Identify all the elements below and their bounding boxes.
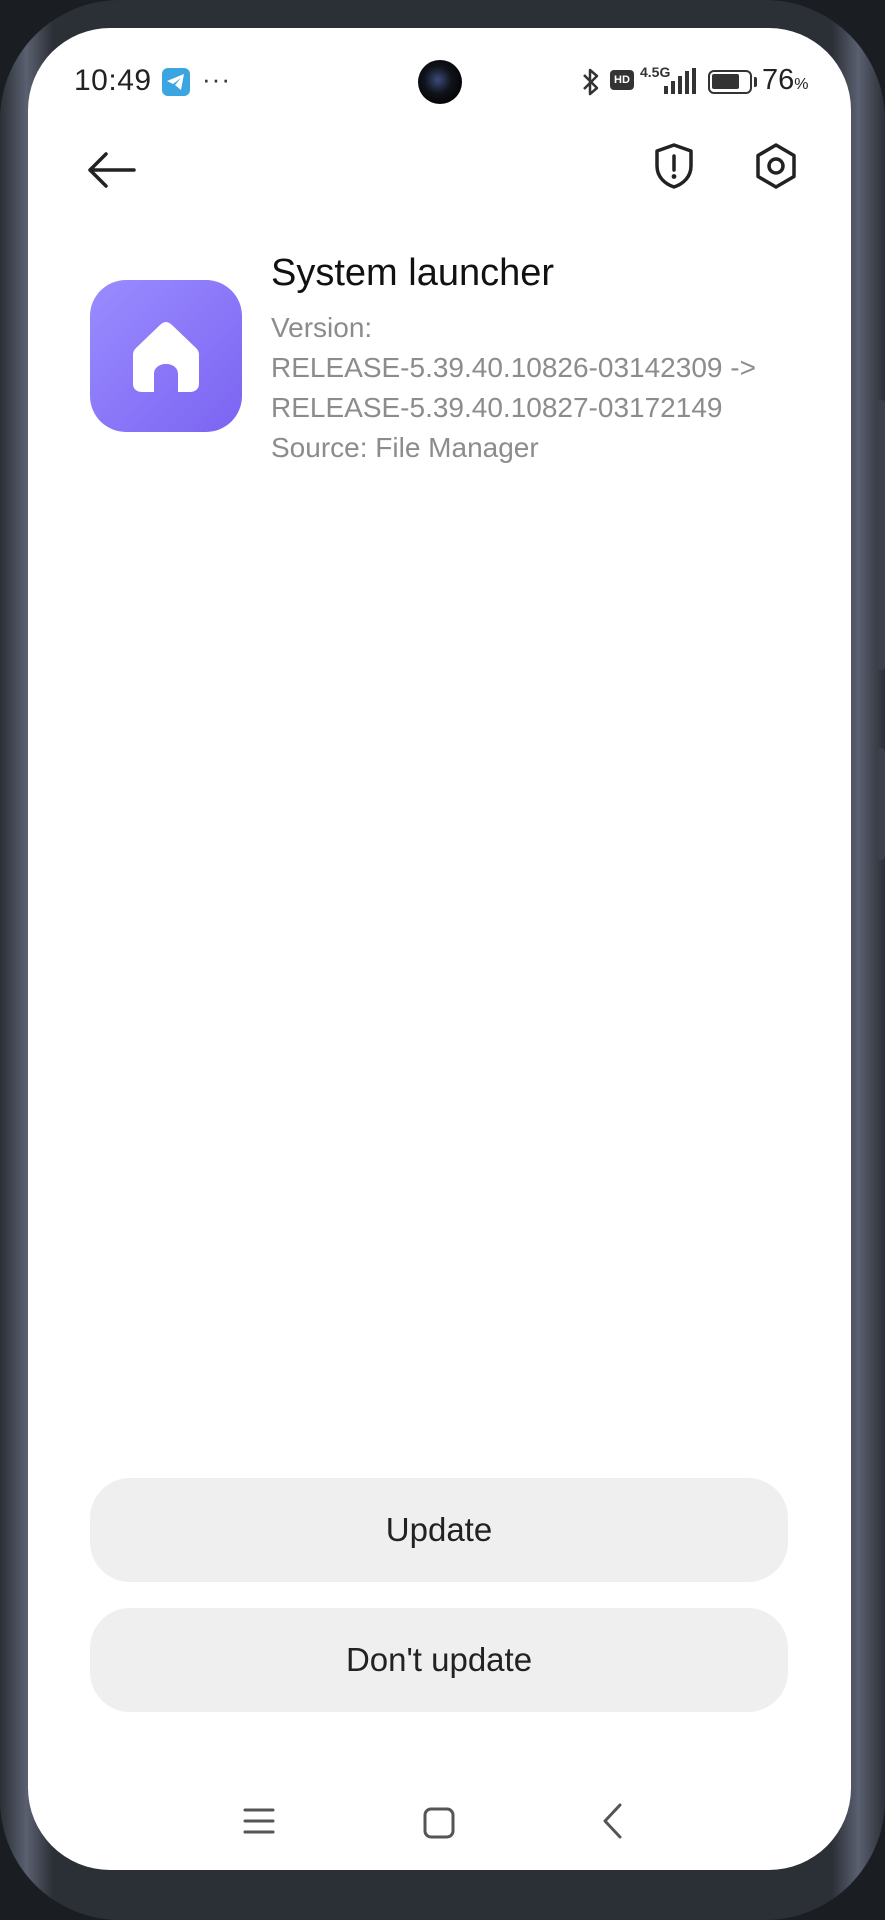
- front-camera: [418, 60, 462, 104]
- security-button[interactable]: [642, 134, 706, 198]
- app-details: Version: RELEASE-5.39.40.10826-03142309 …: [271, 308, 756, 468]
- power-button: [877, 748, 885, 860]
- bluetooth-icon: [580, 66, 602, 103]
- settings-button[interactable]: [744, 134, 808, 198]
- back-arrow-icon: [88, 152, 136, 188]
- more-notifications-icon: ···: [202, 64, 231, 94]
- status-bar: 10:49 ··· HD 4.5G 76%: [28, 28, 851, 138]
- update-button[interactable]: Update: [90, 1478, 788, 1582]
- back-chevron-icon: [603, 1803, 622, 1839]
- hd-badge: HD: [610, 70, 634, 90]
- back-button[interactable]: [80, 138, 144, 202]
- telegram-icon: [162, 68, 190, 96]
- version-label: Version:: [271, 312, 373, 343]
- battery-tip: [754, 77, 757, 87]
- version-from: RELEASE-5.39.40.10826-03142309 ->: [271, 352, 756, 383]
- version-to: RELEASE-5.39.40.10827-03172149: [271, 392, 723, 423]
- app-name: System launcher: [271, 252, 555, 294]
- screen: 10:49 ··· HD 4.5G 76% System launcher Ve…: [28, 28, 851, 1870]
- home-square-icon: [423, 1807, 455, 1839]
- status-time: 10:49: [74, 64, 152, 97]
- app-icon: [90, 280, 242, 432]
- nav-back-button[interactable]: [600, 1802, 624, 1845]
- signal-icon: [664, 68, 698, 99]
- battery-percent: 76%: [762, 64, 809, 96]
- volume-button: [877, 400, 885, 670]
- home-icon: [133, 322, 199, 392]
- nav-recents-button[interactable]: [242, 1806, 276, 1841]
- settings-hex-icon: [756, 143, 796, 189]
- phone-frame: 10:49 ··· HD 4.5G 76% System launcher Ve…: [0, 0, 885, 1920]
- battery-level-fill: [712, 74, 739, 89]
- menu-icon: [243, 1808, 275, 1834]
- install-source: Source: File Manager: [271, 432, 539, 463]
- dont-update-button[interactable]: Don't update: [90, 1608, 788, 1712]
- shield-alert-icon: [655, 143, 693, 189]
- battery-icon: [708, 70, 752, 94]
- nav-home-button[interactable]: [422, 1806, 456, 1845]
